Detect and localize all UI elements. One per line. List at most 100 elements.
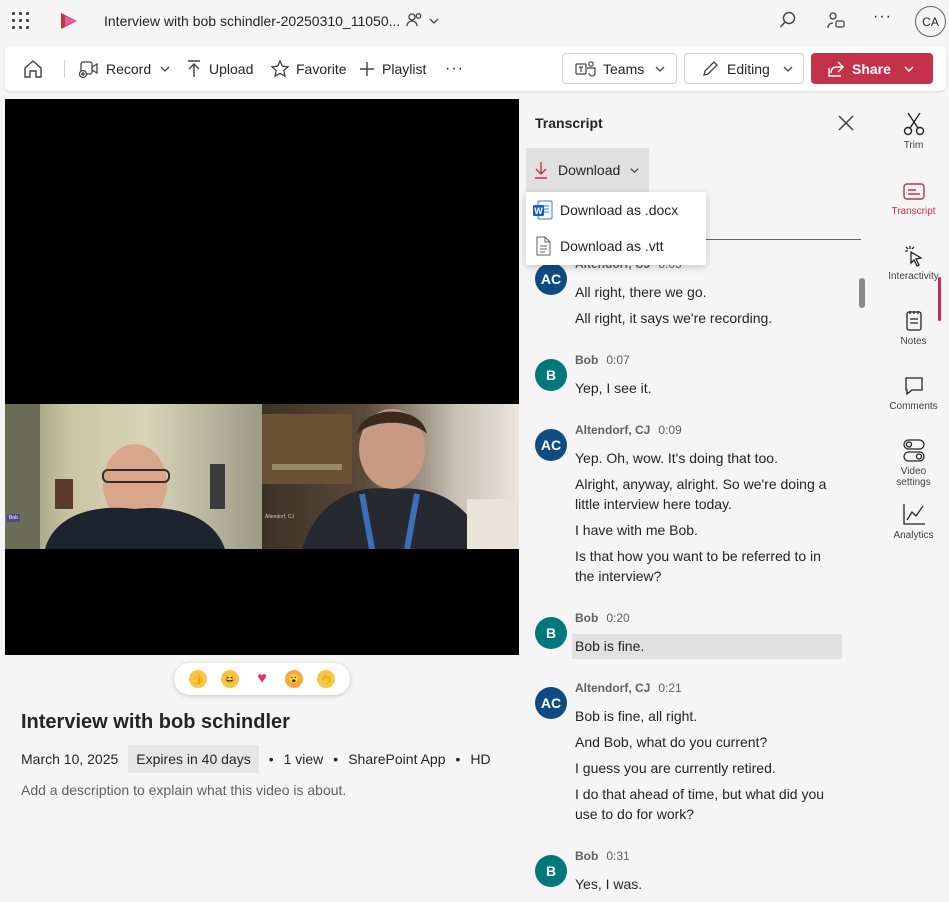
notes-label: Notes — [900, 336, 927, 347]
comment-icon — [904, 377, 923, 396]
editing-mode-button[interactable]: Editing — [684, 53, 804, 84]
teams-label: Teams — [603, 60, 645, 77]
speaker-timestamp: Altendorf, CJ 0:21 — [575, 681, 682, 695]
chevron-down-icon — [783, 66, 793, 72]
transcript-tool[interactable]: Transcript — [878, 181, 949, 217]
people-icon[interactable] — [406, 11, 424, 34]
chevron-down-icon — [655, 66, 665, 72]
upload-label: Upload — [209, 60, 254, 77]
timestamp[interactable]: 0:21 — [658, 681, 681, 695]
upload-icon — [188, 59, 200, 77]
word-icon: W — [533, 200, 553, 220]
share-button[interactable]: Share — [811, 53, 933, 84]
speaker-name: Bob — [575, 353, 599, 367]
video-metadata: March 10, 2025 Expires in 40 days • 1 vi… — [21, 744, 501, 774]
laugh-icon[interactable]: 😆 — [221, 670, 239, 688]
transcript-scrollbar[interactable] — [858, 270, 866, 902]
record-label: Record — [106, 60, 152, 77]
transcript-line[interactable]: I have with me Bob. — [572, 520, 842, 540]
download-transcript-button[interactable]: Download — [526, 148, 649, 192]
speaker-timestamp: Altendorf, CJ 0:09 — [575, 423, 682, 437]
transcript-search-input[interactable] — [705, 239, 861, 240]
transcript-line[interactable]: Yep. Oh, wow. It's doing that too. — [572, 448, 842, 468]
bullet-separator: • — [268, 751, 274, 767]
chevron-down-icon[interactable] — [428, 14, 440, 32]
speaker-name: Altendorf, CJ — [575, 681, 651, 695]
record-button[interactable]: Record — [78, 46, 177, 91]
bullet-separator: • — [455, 751, 461, 767]
avatar: B — [535, 855, 567, 887]
share-icon — [828, 61, 844, 77]
speaker-name: Bob — [575, 611, 599, 625]
app-launcher-icon[interactable] — [12, 12, 29, 29]
participant-label-right: Altendorf, CJ — [265, 514, 294, 520]
surprised-icon[interactable]: 😮 — [285, 670, 303, 688]
clap-icon[interactable]: 👏 — [317, 670, 335, 688]
stream-logo-icon[interactable] — [58, 11, 80, 36]
timestamp[interactable]: 0:09 — [658, 423, 681, 437]
video-settings-tool[interactable]: Video settings — [878, 437, 949, 488]
video-player[interactable]: Bob Altendorf, CJ — [5, 99, 519, 655]
participant-tile-altendorf — [262, 404, 519, 549]
transcript-line[interactable]: Yes, I was. — [572, 874, 842, 894]
analytics-tool[interactable]: Analytics — [878, 501, 949, 541]
transcript-line[interactable]: Bob is fine, all right. — [572, 706, 842, 726]
command-bar: Record Upload Favorite Playlist ··· Team… — [5, 46, 946, 91]
upload-date: March 10, 2025 — [21, 751, 119, 767]
expiration-badge[interactable]: Expires in 40 days — [128, 745, 259, 773]
timestamp[interactable]: 0:20 — [606, 611, 629, 625]
transcript-line[interactable]: I do that ahead of time, but what did yo… — [572, 784, 842, 824]
share-link-icon[interactable] — [825, 10, 847, 37]
pencil-icon — [703, 60, 718, 76]
timestamp[interactable]: 0:07 — [606, 353, 629, 367]
thumbs-up-icon[interactable]: 👍 — [189, 670, 207, 688]
more-commands-button[interactable]: ··· — [445, 46, 464, 91]
heart-icon[interactable]: ♥ — [253, 670, 271, 688]
chevron-down-icon — [904, 66, 914, 72]
file-icon — [536, 236, 551, 256]
share-label: Share — [852, 60, 891, 77]
divider — [64, 60, 65, 78]
avatar: B — [535, 359, 567, 391]
user-avatar[interactable]: CA — [915, 6, 946, 37]
transcript-line[interactable]: I guess you are currently retired. — [572, 758, 842, 778]
transcript-line[interactable]: Is that how you want to be referred to i… — [572, 546, 842, 586]
cursor-click-icon — [904, 246, 923, 267]
download-vtt-item[interactable]: Download as .vtt — [526, 228, 706, 264]
upload-button[interactable]: Upload — [185, 46, 253, 91]
transcript-line[interactable]: And Bob, what do you current? — [572, 732, 842, 752]
description-placeholder[interactable]: Add a description to explain what this v… — [21, 782, 346, 798]
transcript-line[interactable]: All right, it says we're recording. — [572, 308, 842, 328]
home-button[interactable] — [22, 46, 50, 91]
more-options-icon[interactable]: ··· — [873, 8, 892, 26]
quality-badge: HD — [470, 751, 491, 767]
close-icon[interactable] — [837, 114, 855, 137]
trim-tool[interactable]: Trim — [878, 111, 949, 151]
bullet-separator: • — [333, 751, 339, 767]
home-icon — [24, 59, 42, 78]
transcript-line[interactable]: Yep, I see it. — [572, 378, 842, 398]
speaker-timestamp: Bob 0:31 — [575, 849, 630, 863]
favorite-button[interactable]: Favorite — [270, 46, 347, 91]
scrollbar-thumb[interactable] — [859, 278, 865, 308]
line-chart-icon — [902, 504, 925, 525]
notes-tool[interactable]: Notes — [878, 309, 949, 347]
transcript-line[interactable]: Alright, anyway, alright. So we're doing… — [572, 474, 842, 514]
search-icon[interactable] — [778, 10, 798, 35]
participant-label-left: Bob — [7, 514, 20, 522]
analytics-label: Analytics — [893, 530, 934, 541]
speaker-name: Altendorf, CJ — [575, 423, 651, 437]
transcript-label: Transcript — [891, 206, 936, 217]
editing-label: Editing — [727, 60, 770, 77]
transcript-line-active[interactable]: Bob is fine. — [572, 634, 842, 659]
download-docx-item[interactable]: W Download as .docx — [526, 192, 706, 228]
interactivity-tool[interactable]: Interactivity — [878, 244, 949, 282]
download-vtt-label: Download as .vtt — [560, 238, 664, 254]
video-settings-label-2: settings — [896, 477, 931, 488]
timestamp[interactable]: 0:31 — [606, 849, 629, 863]
reactions-bar: 👍 😆 ♥ 😮 👏 — [174, 663, 350, 695]
playlist-button[interactable]: Playlist — [358, 46, 426, 91]
comments-tool[interactable]: Comments — [878, 374, 949, 412]
transcript-line[interactable]: All right, there we go. — [572, 282, 842, 302]
teams-button[interactable]: Teams — [562, 53, 677, 84]
